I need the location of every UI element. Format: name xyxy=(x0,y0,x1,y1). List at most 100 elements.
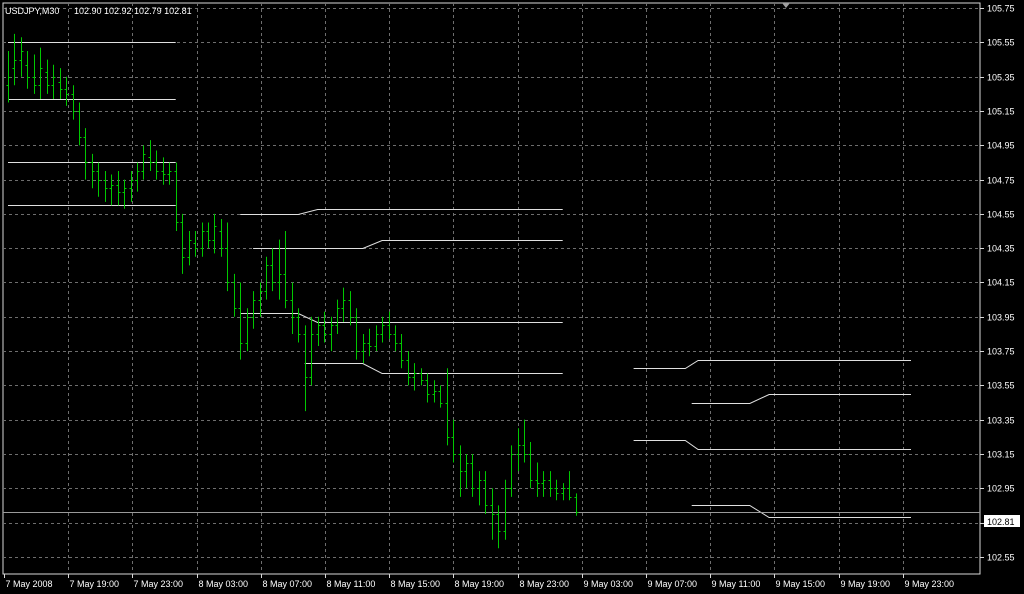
y-tick-label: 104.35 xyxy=(987,244,1015,254)
ohlc-bar xyxy=(51,64,56,100)
time-axis[interactable]: 7 May 2008 7 May 19:00 7 May 23:00 8 May 03… xyxy=(4,574,955,589)
ohlc-bar xyxy=(232,273,237,317)
x-tick-label: 9 May 11:00 xyxy=(712,579,761,589)
y-tick-label: 103.95 xyxy=(987,313,1015,323)
ohlc-bar xyxy=(535,462,540,497)
ohlc-bar xyxy=(406,351,411,386)
y-tick-label: 105.75 xyxy=(987,4,1015,14)
ohlc-bar xyxy=(516,428,521,472)
ohlc-bar xyxy=(503,479,508,540)
ohlc-bar xyxy=(83,128,88,180)
ohlc-bar xyxy=(496,505,501,549)
ohlc-bar xyxy=(90,153,95,189)
y-tick-label: 105.55 xyxy=(987,38,1015,48)
grid xyxy=(2,2,981,575)
ohlc-bar xyxy=(445,368,450,446)
ohlc-bar xyxy=(264,256,269,300)
ohlc-bar xyxy=(464,453,469,489)
level-line xyxy=(691,505,911,518)
ohlc-bar xyxy=(561,483,566,501)
y-tick-label: 103.15 xyxy=(987,450,1015,460)
ohlc-bar xyxy=(509,445,514,497)
ohlc-bar xyxy=(109,174,114,206)
ohlc-bar xyxy=(245,308,250,352)
x-tick-label: 8 May 19:00 xyxy=(455,579,505,589)
ohlc-bar xyxy=(96,162,101,197)
ohlc-bar xyxy=(251,291,256,329)
ohlc-bar xyxy=(64,76,69,106)
ohlc-bar xyxy=(135,162,140,192)
ohlc-bar xyxy=(348,291,353,326)
ohlc-bar xyxy=(161,157,166,185)
x-tick-label: 7 May 23:00 xyxy=(134,579,184,589)
ohlc-bar xyxy=(290,282,295,334)
ohlc-bar xyxy=(283,231,288,309)
ohlc-bar xyxy=(419,368,424,386)
ohlc-bar xyxy=(58,68,63,100)
y-tick-label: 104.55 xyxy=(987,210,1015,220)
ohlc-bar xyxy=(374,325,379,352)
x-tick-label: 9 May 03:00 xyxy=(584,579,634,589)
ohlc-bar xyxy=(38,47,43,100)
y-tick-label: 104.75 xyxy=(987,176,1015,186)
y-tick-label: 103.75 xyxy=(987,347,1015,357)
x-tick-label: 8 May 03:00 xyxy=(199,579,249,589)
chart-window[interactable]: 105.75 105.55 105.35 105.15 104.95 104.75 104.… xyxy=(0,0,1024,594)
x-tick-label: 8 May 11:00 xyxy=(327,579,376,589)
ohlc-bar xyxy=(341,287,346,322)
level-lines xyxy=(3,42,980,518)
level-line xyxy=(240,209,563,215)
ohlc-readout: 102.90 102.92 102.79 102.81 xyxy=(74,6,192,16)
y-tick-label: 104.95 xyxy=(987,141,1015,151)
y-tick-label: 104.15 xyxy=(987,278,1015,288)
y-tick-label: 105.15 xyxy=(987,107,1015,117)
ohlc-bar xyxy=(212,213,217,254)
ohlc-bar xyxy=(316,316,321,346)
ohlc-bar xyxy=(122,179,127,209)
y-tick-label: 102.55 xyxy=(987,553,1015,563)
ohlc-bar xyxy=(387,311,392,340)
ohlc-bar xyxy=(335,299,340,334)
ohlc-bar xyxy=(528,441,533,489)
ohlc-bar xyxy=(541,471,546,497)
x-tick-label: 9 May 19:00 xyxy=(841,579,891,589)
y-tick-label: 105.35 xyxy=(987,73,1015,83)
x-tick-label: 8 May 07:00 xyxy=(263,579,313,589)
x-tick-label: 7 May 19:00 xyxy=(70,579,120,589)
ohlc-bar xyxy=(329,316,334,352)
ohlc-bar xyxy=(458,445,463,497)
ohlc-bar xyxy=(71,85,76,120)
level-line xyxy=(633,440,911,450)
ohlc-bar xyxy=(367,328,372,357)
x-tick-label: 9 May 15:00 xyxy=(776,579,826,589)
level-line xyxy=(691,394,911,404)
price-chart[interactable]: 105.75 105.55 105.35 105.15 104.95 104.75 104.… xyxy=(0,0,1024,594)
y-tick-label: 102.95 xyxy=(987,484,1015,494)
current-price-label: 102.81 xyxy=(987,517,1015,527)
ohlc-bar xyxy=(567,471,572,501)
y-tick-label: 103.55 xyxy=(987,381,1015,391)
ohlc-bar xyxy=(77,102,82,146)
x-tick-label: 9 May 07:00 xyxy=(648,579,698,589)
ohlc-bar xyxy=(25,51,30,89)
ohlc-bar xyxy=(154,150,159,180)
ohlc-bar xyxy=(206,222,211,249)
ohlc-bar xyxy=(432,380,437,403)
ohlc-bar xyxy=(393,325,398,352)
ohlc-bar xyxy=(180,213,185,274)
ohlc-bar xyxy=(103,171,108,202)
chart-shift-marker-icon[interactable] xyxy=(782,3,790,8)
ohlc-bar xyxy=(6,51,11,103)
ohlc-bar xyxy=(219,219,224,257)
x-tick-label: 8 May 15:00 xyxy=(391,579,441,589)
ohlc-bar xyxy=(174,162,179,232)
ohlc-bar xyxy=(148,140,153,172)
ohlc-bar xyxy=(167,162,172,185)
ohlc-bar xyxy=(303,325,308,412)
x-tick-label: 9 May 23:00 xyxy=(905,579,955,589)
price-axis[interactable]: 105.75 105.55 105.35 105.15 104.95 104.75 104.… xyxy=(980,4,1015,563)
ohlc-bar xyxy=(490,488,495,540)
ohlc-bar xyxy=(412,363,417,391)
ohlc-bar xyxy=(32,54,37,94)
ohlc-bar xyxy=(116,171,121,206)
